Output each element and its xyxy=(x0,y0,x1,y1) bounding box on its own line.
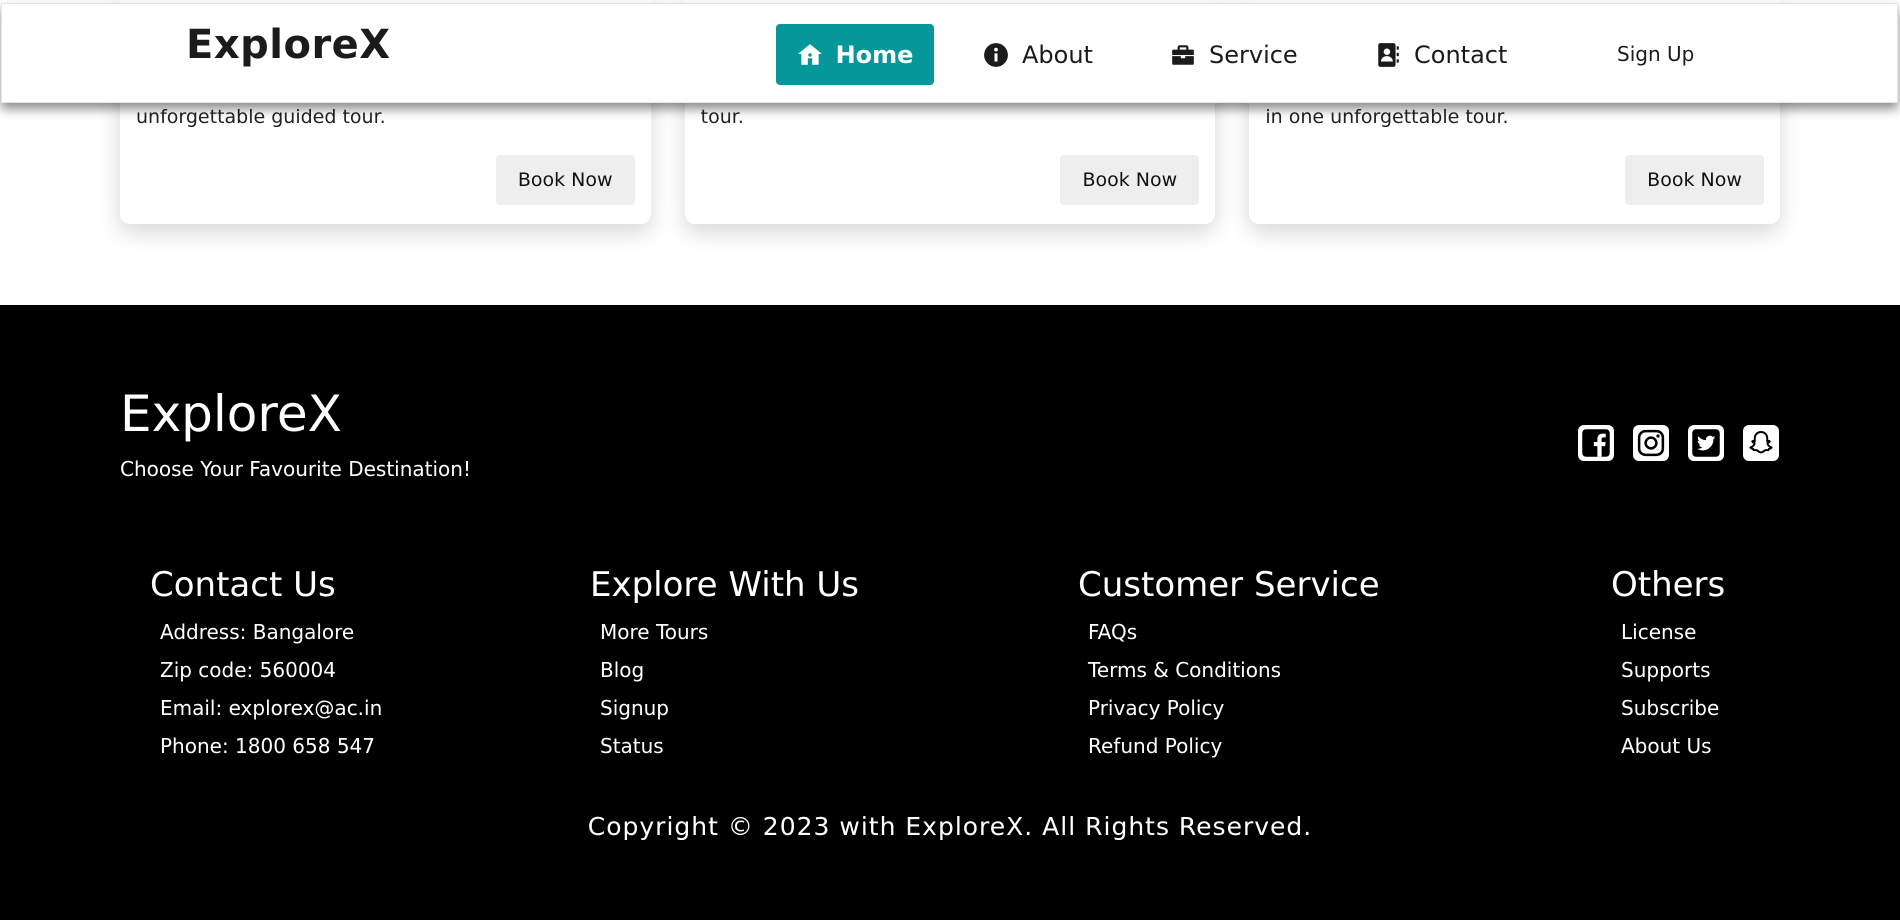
footer-contact-zip: Zip code: 560004 xyxy=(160,658,336,682)
book-now-button[interactable]: Book Now xyxy=(495,155,635,205)
home-icon xyxy=(797,43,822,65)
twitter-link[interactable] xyxy=(1688,425,1724,461)
footer-contact-address: Address: Bangalore xyxy=(160,620,355,644)
footer-link-supports[interactable]: Supports xyxy=(1621,651,1725,689)
footer-tagline: Choose Your Favourite Destination! xyxy=(120,457,471,481)
brand-logo[interactable]: ExploreX xyxy=(186,22,391,68)
nav-service[interactable]: Service xyxy=(1170,24,1298,85)
footer-column-title: Others xyxy=(1611,565,1726,605)
briefcase-icon xyxy=(1172,44,1194,65)
footer-contact-email: Email: explorex@ac.in xyxy=(160,696,383,720)
footer-link-more-tours[interactable]: More Tours xyxy=(600,613,859,651)
footer-column-title: Customer Service xyxy=(1078,565,1380,605)
social-links xyxy=(1578,425,1779,461)
card-description: tour. xyxy=(700,106,744,128)
footer-column-contact: Contact Us Address: Bangalore Zip code: … xyxy=(150,565,382,765)
facebook-link[interactable] xyxy=(1578,425,1614,461)
card-description: unforgettable guided tour. xyxy=(136,106,386,128)
instagram-link[interactable] xyxy=(1633,425,1669,461)
book-now-button[interactable]: Book Now xyxy=(1060,155,1200,205)
nav-about[interactable]: About xyxy=(983,24,1093,85)
footer-link-status[interactable]: Status xyxy=(600,727,859,765)
nav-about-label: About xyxy=(1022,40,1093,69)
nav-contact[interactable]: Contact xyxy=(1375,24,1507,85)
footer-link-subscribe[interactable]: Subscribe xyxy=(1621,689,1725,727)
snapchat-icon xyxy=(1749,431,1773,454)
info-icon xyxy=(984,42,1008,67)
footer-column-title: Explore With Us xyxy=(590,565,859,605)
footer-link-about-us[interactable]: About Us xyxy=(1621,727,1725,765)
twitter-icon xyxy=(1692,429,1720,457)
instagram-icon xyxy=(1637,429,1665,457)
nav-contact-label: Contact xyxy=(1414,40,1508,69)
footer-column-others: Others License Supports Subscribe About … xyxy=(1611,565,1725,765)
footer-contact-phone: Phone: 1800 658 547 xyxy=(160,734,376,758)
contact-book-icon xyxy=(1378,42,1399,67)
footer-column-explore: Explore With Us More Tours Blog Signup S… xyxy=(590,565,859,765)
copyright-text: Copyright © 2023 with ExploreX. All Righ… xyxy=(587,812,1313,841)
nav-service-label: Service xyxy=(1209,40,1298,69)
footer-column-customer-service: Customer Service FAQs Terms & Conditions… xyxy=(1078,565,1380,765)
nav-home[interactable]: Home xyxy=(776,24,934,85)
footer-link-privacy[interactable]: Privacy Policy xyxy=(1088,689,1380,727)
footer-link-signup[interactable]: Signup xyxy=(600,689,859,727)
card-description: in one unforgettable tour. xyxy=(1265,106,1509,128)
footer-link-license[interactable]: License xyxy=(1621,613,1725,651)
sign-up-button[interactable]: Sign Up xyxy=(1617,42,1694,66)
footer: ExploreX Choose Your Favourite Destinati… xyxy=(0,305,1900,920)
footer-brand: ExploreX xyxy=(120,385,342,443)
snapchat-link[interactable] xyxy=(1743,425,1779,461)
navbar: ExploreX Home About Service Contact Sign… xyxy=(1,3,1898,103)
footer-link-refund[interactable]: Refund Policy xyxy=(1088,727,1380,765)
book-now-button[interactable]: Book Now xyxy=(1625,155,1765,205)
facebook-icon xyxy=(1582,429,1610,457)
nav-home-label: Home xyxy=(835,40,914,69)
footer-link-terms[interactable]: Terms & Conditions xyxy=(1088,651,1380,689)
footer-link-blog[interactable]: Blog xyxy=(600,651,859,689)
footer-column-title: Contact Us xyxy=(150,565,336,605)
footer-link-faqs[interactable]: FAQs xyxy=(1088,613,1380,651)
